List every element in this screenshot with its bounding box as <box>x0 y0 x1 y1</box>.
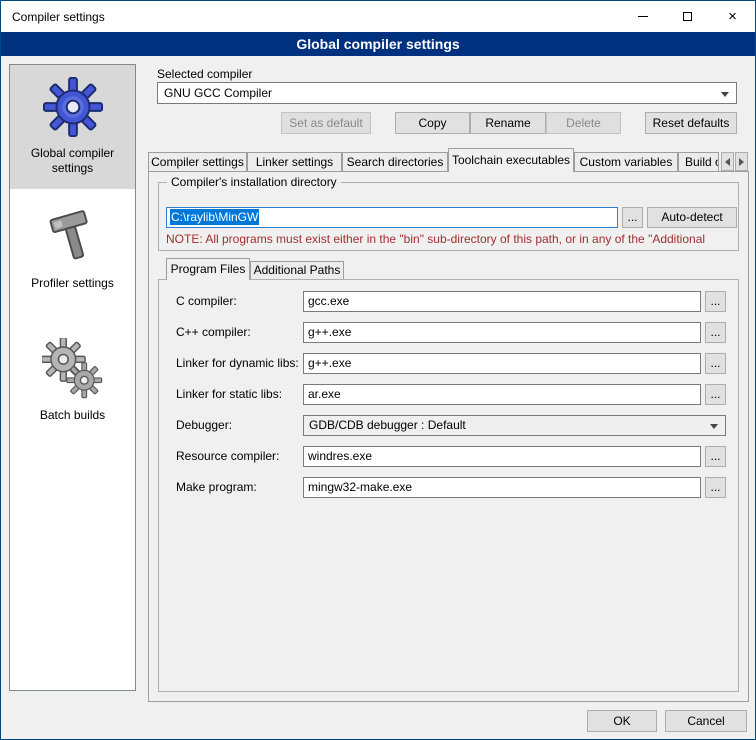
minimize-icon <box>638 16 648 17</box>
resource-compiler-browse-button[interactable]: ... <box>705 446 726 467</box>
delete-button[interactable]: Delete <box>546 112 621 134</box>
copy-button[interactable]: Copy <box>395 112 470 134</box>
sidebar-item-batch-builds[interactable]: Batch builds <box>10 327 135 449</box>
cpp-compiler-label: C++ compiler: <box>176 322 251 343</box>
cpp-compiler-browse-button[interactable]: ... <box>705 322 726 343</box>
make-program-label: Make program: <box>176 477 257 498</box>
tab-custom-variables[interactable]: Custom variables <box>574 152 678 171</box>
title-bar: Compiler settings × <box>1 1 755 32</box>
debugger-value: GDB/CDB debugger : Default <box>309 418 466 432</box>
rename-button[interactable]: Rename <box>470 112 546 134</box>
selected-text: C:\raylib\MinGW <box>170 209 259 225</box>
dynamic-linker-input[interactable]: g++.exe <box>303 353 701 374</box>
set-as-default-button[interactable]: Set as default <box>281 112 371 134</box>
debugger-label: Debugger: <box>176 415 232 436</box>
install-dir-browse-button[interactable]: ... <box>622 207 643 228</box>
make-program-browse-button[interactable]: ... <box>705 477 726 498</box>
cancel-button[interactable]: Cancel <box>665 710 747 732</box>
profiler-icon <box>42 206 104 268</box>
sidebar-item-label: Global compiler settings <box>10 146 135 176</box>
reset-defaults-button[interactable]: Reset defaults <box>645 112 737 134</box>
chevron-down-icon <box>710 424 718 429</box>
sidebar-item-global-compiler-settings[interactable]: Global compiler settings <box>10 65 135 189</box>
gear-blue-icon <box>42 76 104 138</box>
maximize-button[interactable] <box>665 1 710 32</box>
subtab-additional-paths[interactable]: Additional Paths <box>250 261 344 279</box>
window-title: Compiler settings <box>1 10 105 24</box>
cpp-compiler-input[interactable]: g++.exe <box>303 322 701 343</box>
tab-scroll-left-button[interactable] <box>721 152 734 171</box>
tab-scroll-right-button[interactable] <box>735 152 748 171</box>
sidebar-item-profiler-settings[interactable]: Profiler settings <box>10 195 135 317</box>
arrow-right-icon <box>739 158 744 166</box>
close-icon: × <box>728 9 737 24</box>
tab-linker-settings[interactable]: Linker settings <box>247 152 342 171</box>
maximize-icon <box>683 12 692 21</box>
ok-button[interactable]: OK <box>587 710 657 732</box>
dynamic-linker-browse-button[interactable]: ... <box>705 353 726 374</box>
installation-directory-legend: Compiler's installation directory <box>167 175 341 189</box>
chevron-down-icon <box>721 92 729 97</box>
tab-toolchain-executables[interactable]: Toolchain executables <box>448 148 574 172</box>
page-title: Global compiler settings <box>1 32 755 56</box>
selected-compiler-label: Selected compiler <box>157 64 252 85</box>
batch-gears-icon <box>42 338 104 400</box>
tab-search-directories[interactable]: Search directories <box>342 152 448 171</box>
sidebar-item-label: Profiler settings <box>10 276 135 291</box>
minimize-button[interactable] <box>620 1 665 32</box>
install-dir-input[interactable]: C:\raylib\MinGW <box>166 207 618 228</box>
selected-compiler-dropdown[interactable]: GNU GCC Compiler <box>157 82 737 104</box>
c-compiler-label: C compiler: <box>176 291 237 312</box>
settings-sidebar: Global compiler settings Profiler settin… <box>9 64 136 691</box>
selected-compiler-value: GNU GCC Compiler <box>164 86 272 100</box>
debugger-select[interactable]: GDB/CDB debugger : Default <box>303 415 726 436</box>
static-linker-input[interactable]: ar.exe <box>303 384 701 405</box>
static-linker-label: Linker for static libs: <box>176 384 282 405</box>
resource-compiler-label: Resource compiler: <box>176 446 279 467</box>
compiler-settings-window: Compiler settings × Global compiler sett… <box>0 0 756 740</box>
c-compiler-browse-button[interactable]: ... <box>705 291 726 312</box>
c-compiler-input[interactable]: gcc.exe <box>303 291 701 312</box>
make-program-input[interactable]: mingw32-make.exe <box>303 477 701 498</box>
static-linker-browse-button[interactable]: ... <box>705 384 726 405</box>
close-button[interactable]: × <box>710 1 755 32</box>
tab-build-options[interactable]: Build options <box>678 152 719 171</box>
auto-detect-button[interactable]: Auto-detect <box>647 207 737 228</box>
arrow-left-icon <box>725 158 730 166</box>
note-text: NOTE: All programs must exist either in … <box>166 232 738 246</box>
resource-compiler-input[interactable]: windres.exe <box>303 446 701 467</box>
sidebar-item-label: Batch builds <box>10 408 135 423</box>
dynamic-linker-label: Linker for dynamic libs: <box>176 353 299 374</box>
subtab-program-files[interactable]: Program Files <box>166 258 250 280</box>
tab-compiler-settings[interactable]: Compiler settings <box>148 152 247 171</box>
